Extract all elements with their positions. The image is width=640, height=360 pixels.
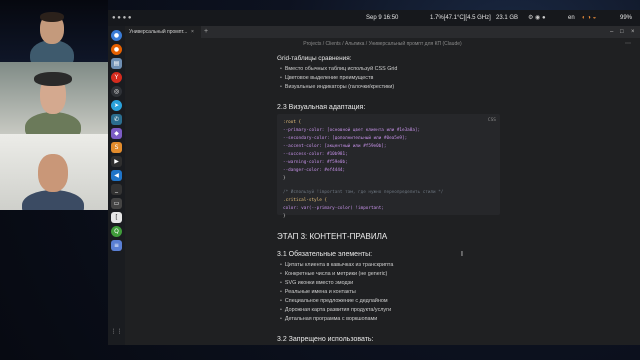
scrollbar[interactable] [634,52,638,342]
code-line: } [283,214,286,219]
list-item: • Конкретные числа и метрики (не generic) [280,271,388,277]
minimize-icon[interactable]: – [610,26,613,38]
list-item: • Специальное предложение с дедлайном [280,298,388,304]
code-line: --success-color: #10b981; [283,152,348,157]
participant-3-head [38,154,68,192]
workspace-dots[interactable]: ● ● ● ● [112,10,132,26]
battery-indicator[interactable]: 99% [620,10,632,26]
memory-indicator[interactable]: 23.1 GB [496,10,518,26]
breadcrumb[interactable]: Projects / Clients / Альпика / Универсал… [125,39,640,49]
clock[interactable]: Sep 9 16:50 [366,10,398,26]
participant-2-body [25,112,81,134]
list-item: • Визуальные индикаторы (галочки/крестики… [280,84,395,90]
code-line: /* Используй !important там, где нужно п… [283,190,444,195]
terminal-icon[interactable]: _ [111,184,122,195]
more-options-icon[interactable]: ⋯ [625,39,631,49]
tab-title: Универсальный промпт... [129,29,188,35]
editor-window: Универсальный промпт... × + – □ × Projec… [125,26,640,345]
yandex-icon[interactable]: Y [111,72,122,83]
participant-2-headphones [34,72,72,86]
monitor-icon[interactable]: ▭ [111,198,122,209]
qbittorrent-icon[interactable]: Q [111,226,122,237]
apps-grid-icon[interactable]: ⋮⋮ [111,326,123,337]
telegram-icon[interactable]: ➤ [111,100,122,111]
code-line: .critical-style { [283,198,327,203]
list-item: • Дорожная карта развития продукта/услуги [280,307,392,313]
chatgpt-icon[interactable]: ◎ [111,86,122,97]
tab-close-icon[interactable]: × [191,26,194,38]
close-window-icon[interactable]: × [631,26,635,38]
list-item: • Детальная программа с воркшопами [280,316,378,322]
list-item: • Вместо обычных таблиц используй CSS Gri… [280,66,398,72]
dialer-icon[interactable]: ✆ [111,114,122,125]
video-tile-participant-1 [0,0,108,62]
text-cursor-icon: I [461,251,463,258]
section-3-2-heading: 3.2 Запрещено использовать: [277,336,374,343]
chrome-icon[interactable]: ● [111,30,122,41]
cpu-indicator[interactable]: 1.7%[47.1°C][4.5 GHz] [430,10,491,26]
participant-1-hair [40,12,64,22]
list-item: • Цветовое выделение преимуществ [280,75,374,81]
bullet-icon: • [280,298,282,304]
bullet-icon: • [280,84,282,90]
video-tile-participant-3 [0,134,108,210]
notes-icon[interactable]: ≡ [111,240,122,251]
system-top-bar: ● ● ● ● Sep 9 16:50 1.7%[47.1°C][4.5 GHz… [108,10,640,26]
code-language-label: CSS [487,118,496,123]
tab-bar: Универсальный промпт... × + – □ × [125,26,640,38]
new-tab-icon[interactable]: + [204,26,208,38]
tab-document[interactable]: Универсальный промпт... [125,26,201,38]
code-line: --warning-color: #f59e0b; [283,160,348,165]
bullet-icon: • [280,262,282,268]
section-2-3-heading: 2.3 Визуальная адаптация: [277,104,366,111]
section-3-1-heading: 3.1 Обязательные элементы: [277,251,373,258]
grid-tables-heading: Grid-таблицы сравнения: [277,55,352,62]
code-line: } [283,176,286,181]
files-icon[interactable]: ▤ [111,58,122,69]
vscode-icon[interactable]: ◀ [111,170,122,181]
stage-3-heading: ЭТАП 3: КОНТЕНТ-ПРАВИЛА [277,232,388,241]
participant-3-body [22,190,84,210]
bullet-icon: • [280,316,282,322]
code-line: --primary-color: [основной цвет клиента … [283,128,421,133]
bullet-icon: • [280,66,282,72]
list-item: • Цитаты клиента в кавычках из транскрипт… [280,262,394,268]
list-item: • Реальные имена и контакты [280,289,356,295]
list-item: • SVG иконки вместо эмодзи [280,280,354,286]
firefox-icon[interactable]: ● [111,44,122,55]
obsidian-icon[interactable]: ◆ [111,128,122,139]
app-dock: ● ● ▤ Y ◎ ➤ ✆ ◆ S ▶ ◀ _ ▭ [ Q ≡ ⋮⋮ [108,26,125,345]
video-tile-participant-2 [0,62,108,134]
code-line: --accent-color: [акцентный или #f59e0b]; [283,144,387,149]
terminal-app-icon[interactable]: ▶ [111,156,122,167]
maximize-icon[interactable]: □ [620,26,624,38]
bullet-icon: • [280,289,282,295]
code-line: color: var(--primary-color) !important; [283,206,384,211]
sublime-icon[interactable]: S [111,142,122,153]
bullet-icon: • [280,75,282,81]
tray-icons-right[interactable]: ◐ ◑ ◒ [582,10,596,26]
code-line: :root { [283,120,302,125]
code-block[interactable]: CSS :root { --primary-color: [основной ц… [277,114,500,219]
bullet-icon: • [280,307,282,313]
status-tray-icons[interactable]: ⚙ ◉ ● [528,10,546,26]
code-line: --secondary-color: [дополнительный или #… [283,136,408,141]
bracket-icon[interactable]: [ [111,212,122,223]
language-indicator[interactable]: en [568,10,575,26]
code-line: --danger-color: #ef4444; [283,168,346,173]
bullet-icon: • [280,271,282,277]
bullet-icon: • [280,280,282,286]
